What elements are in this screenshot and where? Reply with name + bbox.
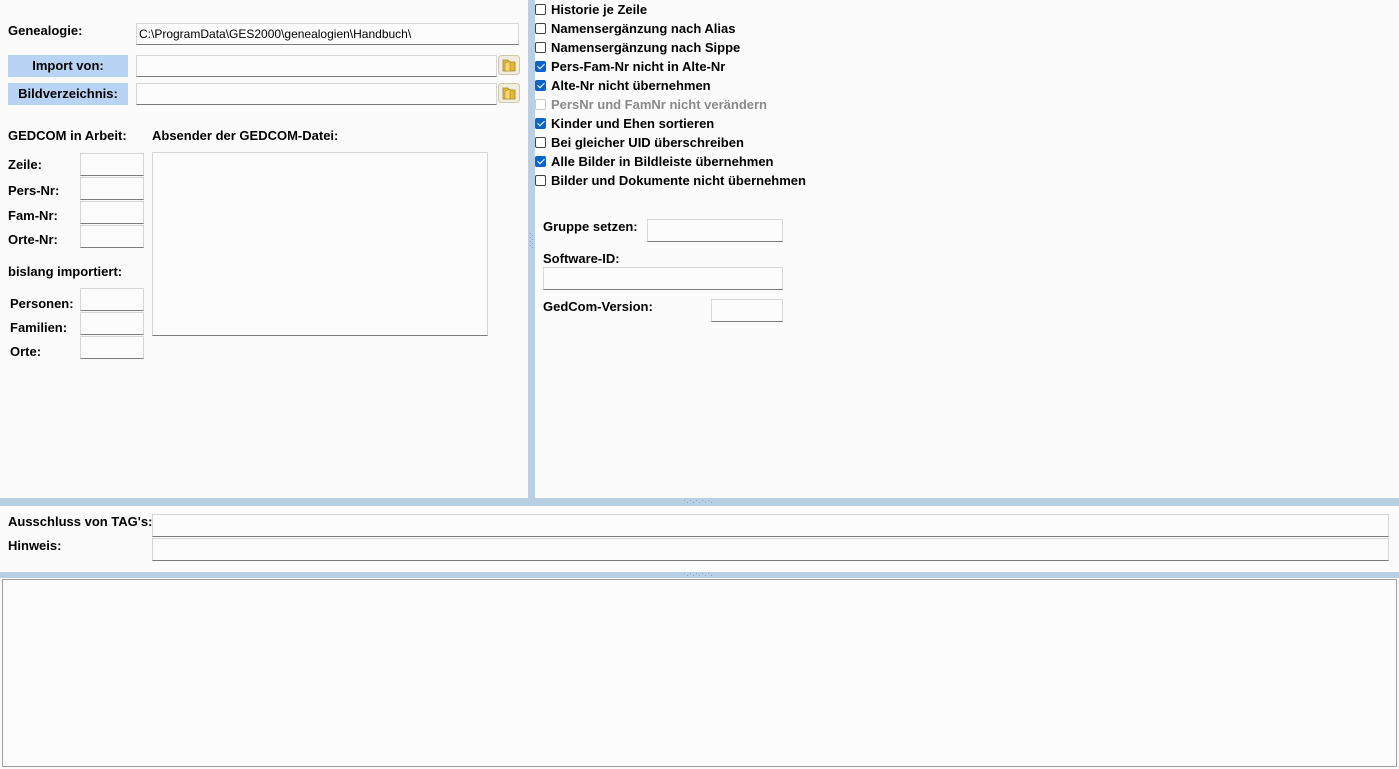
option-historie-je-zeile[interactable]: Historie je Zeile (535, 0, 647, 18)
familien-field[interactable] (80, 312, 144, 335)
ortenr-field[interactable] (80, 225, 144, 248)
import-folder-icon[interactable] (498, 55, 520, 75)
persnr-field[interactable] (80, 177, 144, 200)
import-von-field[interactable] (136, 55, 497, 77)
genealogie-label: Genealogie: (8, 23, 83, 38)
absender-textarea[interactable] (152, 152, 488, 336)
gruppe-setzen-label: Gruppe setzen: (543, 219, 638, 234)
option-namensergaenzung-alias[interactable]: Namensergänzung nach Alias (535, 19, 735, 37)
option-label: Alle Bilder in Bildleiste übernehmen (551, 153, 774, 169)
bildverzeichnis-button[interactable]: Bildverzeichnis: (8, 83, 128, 105)
ausschluss-tags-label: Ausschluss von TAG's: (8, 514, 153, 529)
option-label: Bei gleicher UID überschreiben (551, 134, 744, 150)
option-label: Namensergänzung nach Alias (551, 20, 736, 36)
option-label: Alte-Nr nicht übernehmen (551, 77, 711, 93)
hinweis-label: Hinweis: (8, 538, 62, 553)
checkbox[interactable] (535, 79, 546, 91)
option-label: Bilder und Dokumente nicht übernehmen (551, 172, 806, 188)
gedcom-version-label: GedCom-Version: (543, 299, 653, 314)
option-bilder-dokumente[interactable]: Bilder und Dokumente nicht übernehmen (535, 171, 806, 189)
personen-label: Personen: (10, 296, 74, 311)
checkbox[interactable] (535, 136, 546, 148)
option-label: Pers-Fam-Nr nicht in Alte-Nr (551, 58, 726, 74)
famnr-label: Fam-Nr: (8, 208, 58, 223)
checkbox[interactable] (535, 60, 546, 72)
option-namensergaenzung-sippe[interactable]: Namensergänzung nach Sippe (535, 38, 740, 56)
option-label: PersNr und FamNr nicht verändern (551, 96, 767, 112)
genealogie-path-field[interactable]: C:\ProgramData\GES2000\genealogien\Handb… (136, 23, 519, 45)
option-persnr-famnr[interactable]: PersNr und FamNr nicht verändern (535, 95, 767, 113)
checkbox[interactable] (535, 22, 546, 34)
option-alte-nr[interactable]: Alte-Nr nicht übernehmen (535, 76, 711, 94)
bildverzeichnis-field[interactable] (136, 83, 497, 105)
familien-label: Familien: (10, 320, 68, 335)
horizontal-splitter-grip[interactable] (683, 499, 715, 505)
gedcom-version-field[interactable] (711, 299, 783, 322)
zeile-label: Zeile: (8, 157, 42, 172)
bislang-importiert-label: bislang importiert: (8, 264, 123, 279)
checkbox[interactable] (535, 155, 546, 167)
option-pers-fam-nr[interactable]: Pers-Fam-Nr nicht in Alte-Nr (535, 57, 725, 75)
option-gleicher-uid[interactable]: Bei gleicher UID überschreiben (535, 133, 744, 151)
checkbox[interactable] (535, 98, 546, 110)
checkbox[interactable] (535, 3, 546, 15)
gruppe-setzen-field[interactable] (647, 219, 783, 242)
option-kinder-ehen[interactable]: Kinder und Ehen sortieren (535, 114, 714, 132)
option-alle-bilder[interactable]: Alle Bilder in Bildleiste übernehmen (535, 152, 774, 170)
checkbox[interactable] (535, 117, 546, 129)
option-label: Namensergänzung nach Sippe (551, 39, 741, 55)
zeile-field[interactable] (80, 153, 144, 176)
option-label: Kinder und Ehen sortieren (551, 115, 715, 131)
orte-field[interactable] (80, 336, 144, 359)
import-von-button[interactable]: Import von: (8, 55, 128, 77)
persnr-label: Pers-Nr: (8, 183, 60, 198)
software-id-field[interactable] (543, 267, 783, 290)
hinweis-field[interactable] (152, 538, 1389, 561)
checkbox[interactable] (535, 41, 546, 53)
famnr-field[interactable] (80, 201, 144, 224)
ortenr-label: Orte-Nr: (8, 232, 58, 247)
option-label: Historie je Zeile (551, 1, 648, 17)
bildverzeichnis-folder-icon[interactable] (498, 83, 520, 103)
absender-label: Absender der GEDCOM-Datei: (152, 128, 339, 143)
personen-field[interactable] (80, 288, 144, 311)
log-textarea[interactable] (2, 579, 1397, 767)
checkbox[interactable] (535, 174, 546, 186)
ausschluss-tags-field[interactable] (152, 514, 1389, 537)
gedcom-in-arbeit-label: GEDCOM in Arbeit: (8, 128, 127, 143)
orte-label: Orte: (10, 344, 42, 359)
software-id-label: Software-ID: (543, 251, 620, 266)
